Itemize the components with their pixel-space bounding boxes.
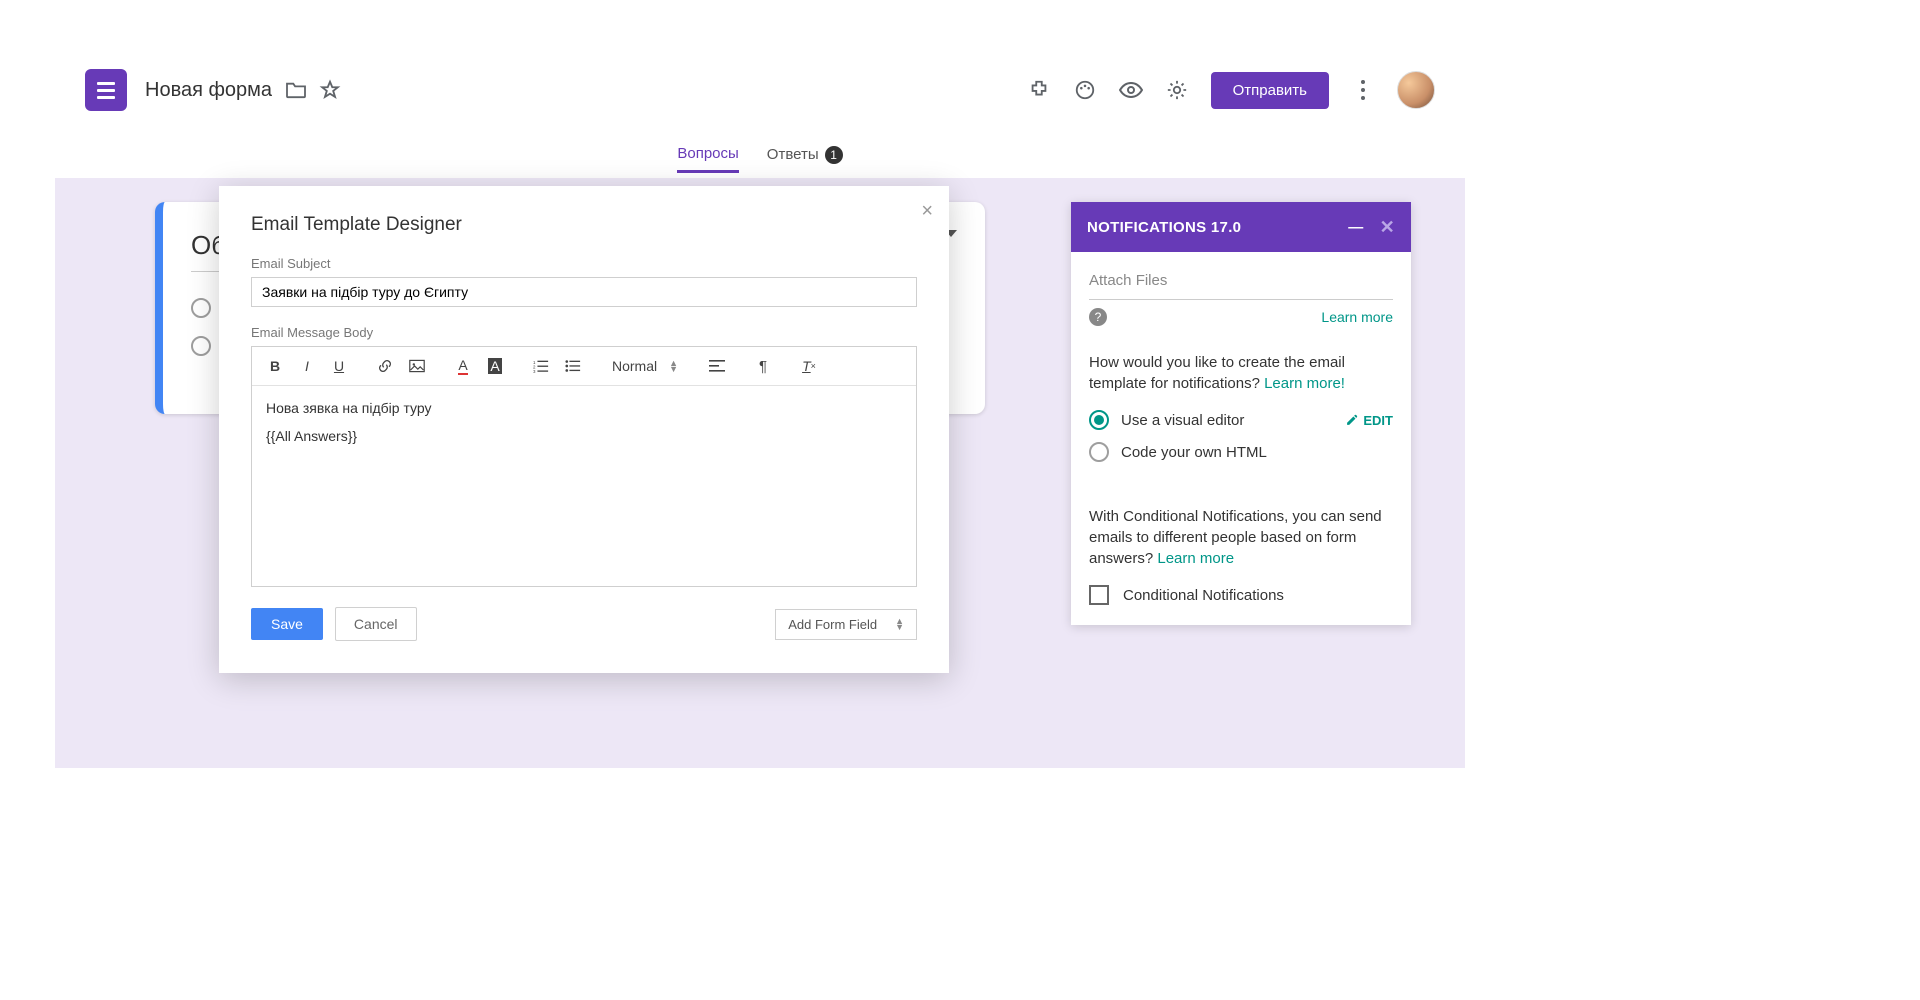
- highlight-icon[interactable]: A: [482, 354, 508, 378]
- link-icon[interactable]: [372, 354, 398, 378]
- radio-unselected-icon: [1089, 442, 1109, 462]
- palette-icon[interactable]: [1073, 78, 1097, 102]
- header-bar: Новая форма Отправить: [55, 40, 1465, 140]
- star-icon[interactable]: [318, 78, 342, 102]
- template-question: How would you like to create the email t…: [1089, 352, 1393, 394]
- checkbox-label: Conditional Notifications: [1123, 587, 1284, 604]
- clear-format-icon[interactable]: T×: [796, 354, 822, 378]
- folder-icon[interactable]: [284, 78, 308, 102]
- learn-more-link[interactable]: Learn more!: [1264, 375, 1345, 392]
- editor-toolbar: B I U A A 123 Normal ▲▼: [252, 347, 916, 386]
- question-text: With Conditional Notifications, you can …: [1089, 508, 1382, 567]
- forms-logo-icon: [85, 69, 127, 111]
- conditional-question: With Conditional Notifications, you can …: [1089, 506, 1393, 569]
- radio-icon: [191, 336, 211, 356]
- panel-body: Attach Files ? Learn more How would you …: [1071, 252, 1411, 625]
- paragraph-style-select[interactable]: Normal ▲▼: [606, 358, 684, 374]
- attach-files-label[interactable]: Attach Files: [1089, 266, 1393, 300]
- edit-template-button[interactable]: EDIT: [1345, 413, 1393, 428]
- cancel-button[interactable]: Cancel: [335, 607, 417, 641]
- subject-label: Email Subject: [251, 256, 917, 271]
- paragraph-style-label: Normal: [612, 358, 657, 374]
- tab-questions[interactable]: Вопросы: [677, 145, 738, 173]
- rich-text-editor: B I U A A 123 Normal ▲▼: [251, 346, 917, 587]
- addon-icon[interactable]: [1027, 78, 1051, 102]
- more-icon[interactable]: [1351, 78, 1375, 102]
- image-icon[interactable]: [404, 354, 430, 378]
- bold-icon[interactable]: B: [262, 354, 288, 378]
- email-template-modal: × Email Template Designer Email Subject …: [219, 186, 949, 673]
- edit-label: EDIT: [1363, 413, 1393, 428]
- underline-icon[interactable]: U: [326, 354, 352, 378]
- document-title[interactable]: Новая форма: [145, 79, 272, 102]
- form-canvas: Об Ш Д ⋮ × Email Template Designer Email…: [55, 178, 1465, 768]
- preview-icon[interactable]: [1119, 78, 1143, 102]
- rtl-icon[interactable]: ¶: [750, 354, 776, 378]
- header-tools: Отправить: [1027, 71, 1435, 109]
- editor-body[interactable]: Нова зявка на підбір туру {{All Answers}…: [252, 386, 916, 586]
- text-color-icon[interactable]: A: [450, 354, 476, 378]
- unordered-list-icon[interactable]: [560, 354, 586, 378]
- body-label: Email Message Body: [251, 325, 917, 340]
- tab-answers[interactable]: Ответы 1: [767, 146, 843, 172]
- modal-footer: Save Cancel Add Form Field ▲▼: [251, 607, 917, 641]
- ordered-list-icon[interactable]: 123: [528, 354, 554, 378]
- app-frame: Новая форма Отправить: [55, 40, 1465, 800]
- checkbox-icon: [1089, 585, 1109, 605]
- align-icon[interactable]: [704, 354, 730, 378]
- stepper-icon: ▲▼: [669, 360, 678, 372]
- answers-count-badge: 1: [825, 146, 843, 164]
- modal-close-icon[interactable]: ×: [921, 200, 933, 223]
- conditional-checkbox-row[interactable]: Conditional Notifications: [1089, 585, 1393, 605]
- save-button[interactable]: Save: [251, 608, 323, 640]
- add-field-label: Add Form Field: [788, 617, 877, 632]
- option-code-html[interactable]: Code your own HTML: [1089, 442, 1393, 462]
- nav-tabs: Вопросы Ответы 1: [55, 140, 1465, 178]
- body-line: {{All Answers}}: [266, 428, 902, 444]
- tab-answers-label: Ответы: [767, 146, 819, 163]
- option-label: Code your own HTML: [1121, 444, 1267, 461]
- option-label: Use a visual editor: [1121, 412, 1244, 429]
- notifications-panel: NOTIFICATIONS 17.0 — ✕ Attach Files ? Le…: [1071, 202, 1411, 625]
- subject-input[interactable]: [251, 277, 917, 307]
- svg-text:3: 3: [533, 369, 536, 373]
- radio-selected-icon: [1089, 410, 1109, 430]
- minimize-icon[interactable]: —: [1348, 219, 1363, 236]
- body-line: Нова зявка на підбір туру: [266, 400, 902, 416]
- modal-title: Email Template Designer: [251, 214, 917, 236]
- stepper-icon: ▲▼: [895, 618, 904, 630]
- option-visual-editor[interactable]: Use a visual editor EDIT: [1089, 410, 1393, 430]
- pencil-icon: [1345, 413, 1359, 427]
- panel-title: NOTIFICATIONS 17.0: [1087, 219, 1241, 236]
- close-icon[interactable]: ✕: [1380, 217, 1395, 238]
- settings-icon[interactable]: [1165, 78, 1189, 102]
- user-avatar[interactable]: [1397, 71, 1435, 109]
- learn-more-link[interactable]: Learn more: [1321, 309, 1393, 325]
- panel-header: NOTIFICATIONS 17.0 — ✕: [1071, 202, 1411, 252]
- learn-more-link[interactable]: Learn more: [1157, 550, 1234, 567]
- title-actions: [284, 78, 342, 102]
- radio-icon: [191, 298, 211, 318]
- add-form-field-select[interactable]: Add Form Field ▲▼: [775, 609, 917, 640]
- help-icon[interactable]: ?: [1089, 308, 1107, 326]
- send-button[interactable]: Отправить: [1211, 72, 1329, 109]
- italic-icon[interactable]: I: [294, 354, 320, 378]
